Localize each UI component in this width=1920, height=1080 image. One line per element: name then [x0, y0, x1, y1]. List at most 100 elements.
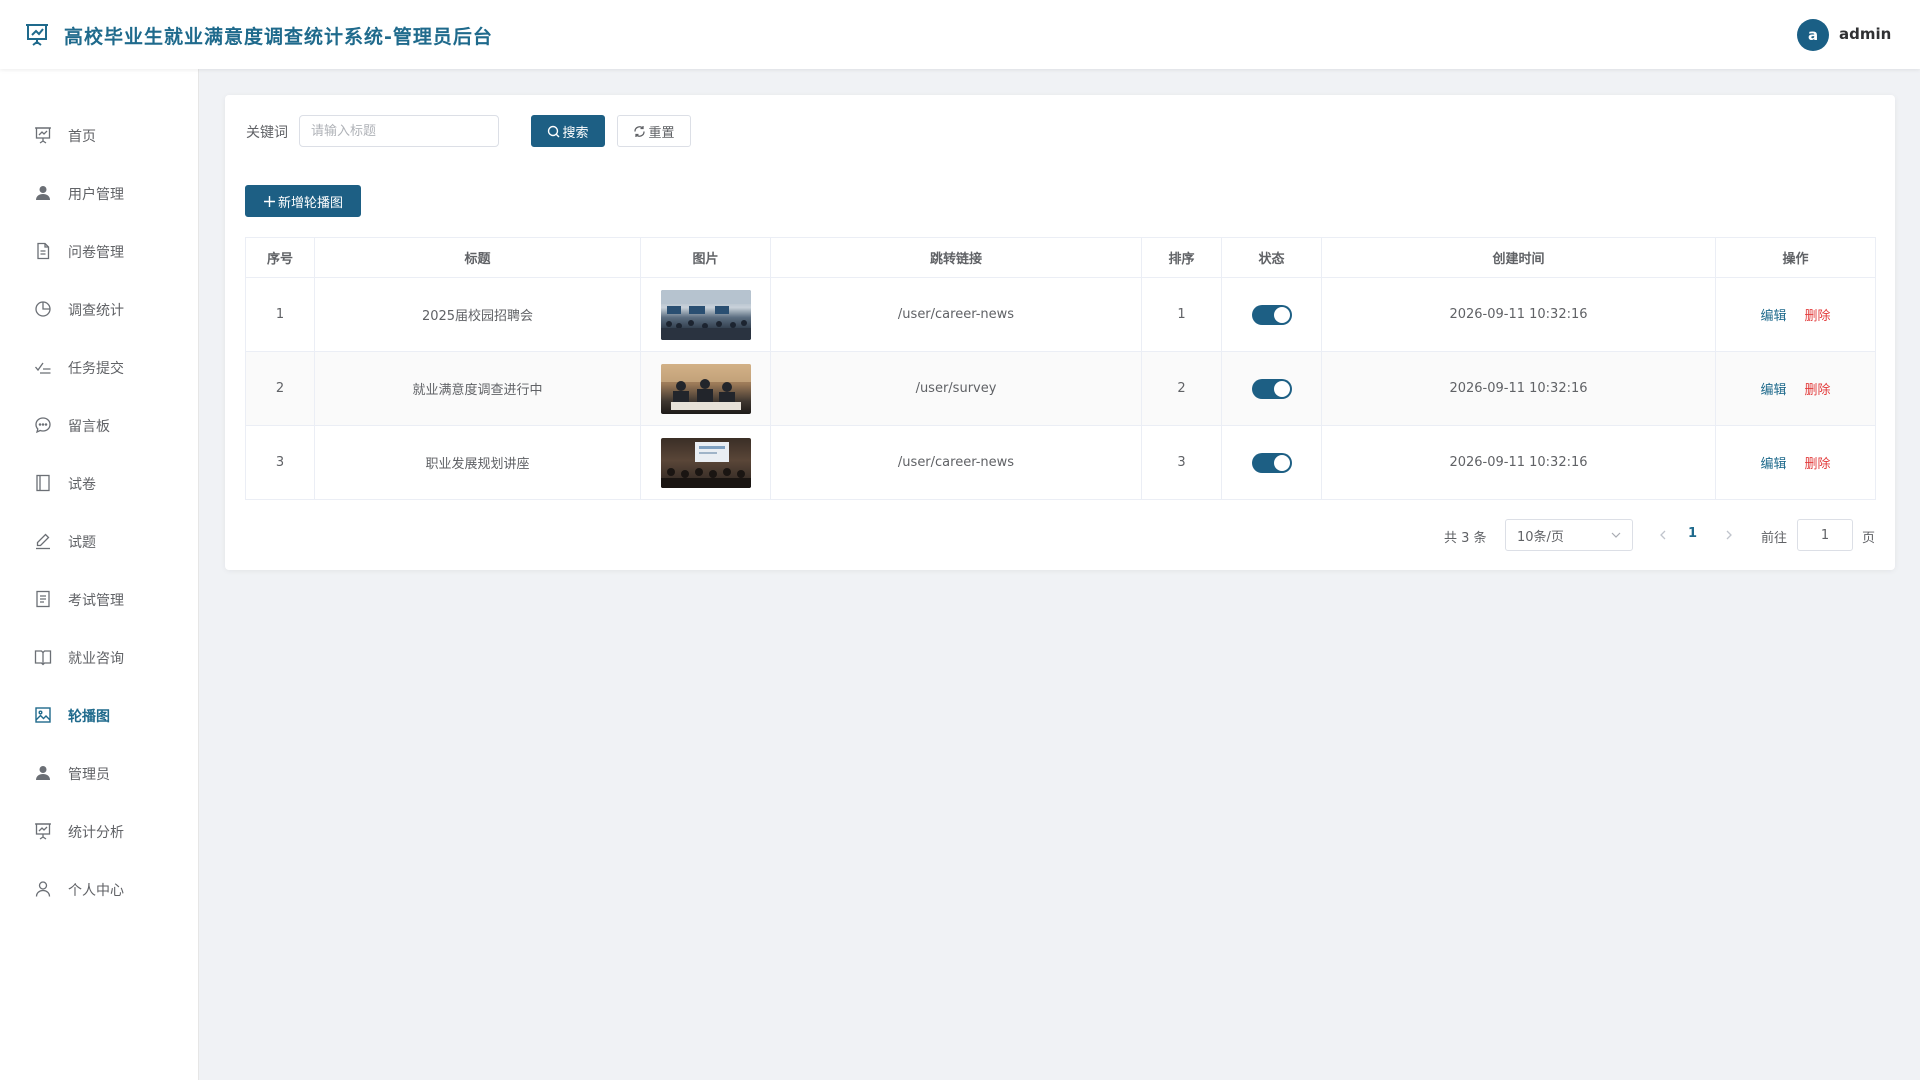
carousel-table: 序号 标题 图片 跳转链接 排序 状态 创建时间 操作 1 2025届校园招聘会… [245, 237, 1876, 500]
current-page-number[interactable]: 1 [1688, 526, 1697, 541]
edit-link[interactable]: 编辑 [1760, 457, 1786, 472]
column-header-link: 跳转链接 [770, 237, 1142, 278]
table-header-row: 序号 标题 图片 跳转链接 排序 状态 创建时间 操作 [245, 237, 1876, 278]
username[interactable]: admin [1839, 25, 1891, 43]
user-outline-icon [34, 880, 52, 898]
plus-icon [263, 195, 276, 208]
sidebar-item-label: 统计分析 [68, 825, 124, 841]
cell-status [1221, 351, 1322, 426]
sidebar-item-exam-paper[interactable]: 试卷 [0, 463, 199, 503]
status-toggle[interactable] [1251, 304, 1292, 325]
page-size-select[interactable]: 10条/页 [1505, 519, 1633, 551]
cell-status [1221, 277, 1322, 352]
cell-index: 1 [245, 277, 315, 352]
sidebar-item-career-consult[interactable]: 就业咨询 [0, 637, 199, 677]
status-toggle[interactable] [1251, 378, 1292, 399]
sidebar-item-label: 用户管理 [68, 187, 124, 203]
cell-actions: 编辑 删除 [1715, 351, 1876, 426]
sidebar-item-analytics[interactable]: 统计分析 [0, 811, 199, 851]
avatar[interactable]: a [1797, 19, 1829, 51]
column-header-actions: 操作 [1715, 237, 1876, 278]
column-header-created: 创建时间 [1321, 237, 1716, 278]
cell-link: /user/survey [770, 351, 1142, 426]
sidebar-item-label: 问卷管理 [68, 245, 124, 261]
sidebar-item-carousel[interactable]: 轮播图 [0, 695, 199, 735]
cell-created: 2026-09-11 10:32:16 [1321, 425, 1716, 500]
pie-chart-icon [34, 300, 52, 318]
sidebar-item-label: 考试管理 [68, 593, 124, 609]
cell-image [640, 425, 771, 500]
edit-pen-icon [34, 532, 52, 550]
sidebar: 首页 用户管理 问卷管理 调查统计 任务提交 留言板 试卷 试题 考试管理 就业… [0, 69, 199, 1080]
sidebar-item-admin[interactable]: 管理员 [0, 753, 199, 793]
refresh-icon [633, 125, 646, 138]
sidebar-item-home[interactable]: 首页 [0, 115, 199, 155]
status-toggle[interactable] [1251, 452, 1292, 473]
cell-index: 3 [245, 425, 315, 500]
table-row: 1 2025届校园招聘会 /user/career-news 1 2026-09… [245, 277, 1876, 352]
presentation-icon [34, 126, 52, 144]
delete-link[interactable]: 删除 [1805, 383, 1831, 398]
column-header-sort: 排序 [1141, 237, 1222, 278]
presentation-icon [34, 822, 52, 840]
sidebar-item-exam-management[interactable]: 考试管理 [0, 579, 199, 619]
add-carousel-button-label: 新增轮播图 [277, 195, 343, 211]
edit-link[interactable]: 编辑 [1760, 309, 1786, 324]
delete-link[interactable]: 删除 [1805, 309, 1831, 324]
sidebar-item-users[interactable]: 用户管理 [0, 173, 199, 213]
open-book-icon [34, 648, 52, 666]
next-page-button[interactable] [1721, 525, 1737, 545]
sidebar-item-task-submit[interactable]: 任务提交 [0, 347, 199, 387]
sidebar-item-label: 试卷 [68, 477, 96, 493]
edit-link[interactable]: 编辑 [1760, 383, 1786, 398]
delete-link[interactable]: 删除 [1805, 457, 1831, 472]
goto-label: 前往 [1761, 531, 1788, 546]
sidebar-item-questions[interactable]: 试题 [0, 521, 199, 561]
keyword-search-input[interactable] [299, 115, 499, 147]
reset-button[interactable]: 重置 [617, 115, 691, 147]
cell-actions: 编辑 删除 [1715, 425, 1876, 500]
search-icon [547, 125, 560, 138]
add-carousel-button[interactable]: 新增轮播图 [245, 185, 361, 217]
search-button[interactable]: 搜索 [531, 115, 605, 147]
search-button-label: 搜索 [562, 125, 589, 141]
sidebar-item-label: 任务提交 [68, 361, 124, 377]
cell-link: /user/career-news [770, 425, 1142, 500]
table-row: 3 职业发展规划讲座 /user/career-news 3 2026-09-1… [245, 425, 1876, 500]
cell-title: 职业发展规划讲座 [314, 425, 641, 500]
column-header-image: 图片 [640, 237, 771, 278]
sidebar-item-survey-stats[interactable]: 调查统计 [0, 289, 199, 329]
keyword-label: 关键词 [246, 125, 288, 141]
pagination-total: 共 3 条 [1444, 531, 1487, 546]
column-header-title: 标题 [314, 237, 641, 278]
carousel-thumbnail-image[interactable] [660, 437, 751, 488]
cell-title: 2025届校园招聘会 [314, 277, 641, 352]
cell-created: 2026-09-11 10:32:16 [1321, 277, 1716, 352]
chat-bubble-icon [34, 416, 52, 434]
prev-page-button[interactable] [1655, 525, 1671, 545]
image-icon [34, 706, 52, 724]
cell-created: 2026-09-11 10:32:16 [1321, 351, 1716, 426]
sidebar-item-label: 首页 [68, 129, 96, 145]
sidebar-item-label: 轮播图 [68, 709, 110, 725]
presentation-board-logo-icon [24, 22, 50, 48]
cell-image [640, 351, 771, 426]
goto-page-input[interactable] [1797, 519, 1853, 551]
sidebar-item-message-board[interactable]: 留言板 [0, 405, 199, 445]
sidebar-item-label: 个人中心 [68, 883, 124, 899]
sidebar-item-profile[interactable]: 个人中心 [0, 869, 199, 909]
app-title: 高校毕业生就业满意度调查统计系统-管理员后台 [64, 26, 493, 48]
cell-sort: 1 [1141, 277, 1222, 352]
cell-sort: 2 [1141, 351, 1222, 426]
carousel-thumbnail-image[interactable] [660, 289, 751, 340]
cell-index: 2 [245, 351, 315, 426]
user-icon [34, 184, 52, 202]
sidebar-item-label: 管理员 [68, 767, 110, 783]
sidebar-item-questionnaire[interactable]: 问卷管理 [0, 231, 199, 271]
cell-status [1221, 425, 1322, 500]
sidebar-item-label: 就业咨询 [68, 651, 124, 667]
sidebar-item-label: 调查统计 [68, 303, 124, 319]
carousel-thumbnail-image[interactable] [660, 363, 751, 414]
sidebar-item-label: 留言板 [68, 419, 110, 435]
page-unit-label: 页 [1862, 531, 1876, 546]
